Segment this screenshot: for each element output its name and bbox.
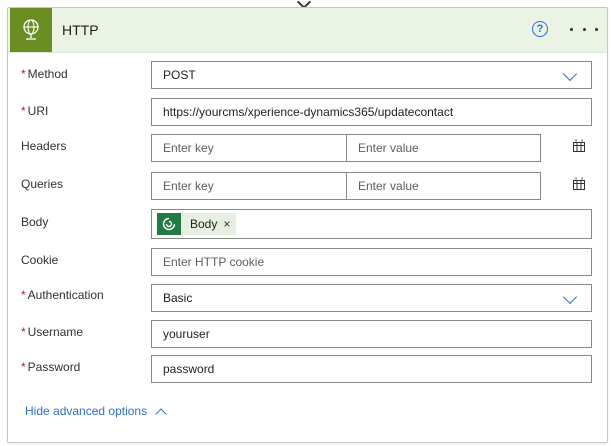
dataverse-icon: [157, 213, 181, 235]
queries-key-input[interactable]: Enter key: [151, 172, 347, 200]
chevron-up-icon: [155, 407, 167, 420]
headers-key-input[interactable]: Enter key: [151, 134, 347, 162]
card-title: HTTP: [62, 22, 99, 38]
password-label: * Password: [21, 360, 81, 374]
chevron-down-icon: [562, 289, 578, 305]
body-input[interactable]: Body ×: [151, 209, 592, 239]
body-label: Body: [21, 215, 49, 229]
token-label: Body: [190, 217, 218, 231]
chevron-down-icon: [562, 66, 578, 82]
dynamic-content-token[interactable]: Body ×: [157, 213, 237, 235]
more-options-icon[interactable]: [570, 20, 598, 38]
headers-label: Headers: [21, 139, 67, 153]
http-action-card: HTTP ? * Method POST * URI https://yourcms…: [7, 7, 608, 443]
queries-label: Queries: [21, 177, 64, 191]
queries-value-input[interactable]: Enter value: [346, 172, 541, 200]
uri-label: * URI: [21, 104, 49, 118]
method-label: * Method: [21, 67, 68, 81]
username-label: * Username: [21, 325, 84, 339]
headers-value-input[interactable]: Enter value: [346, 134, 541, 162]
method-select[interactable]: POST: [151, 61, 592, 89]
authentication-label: * Authentication: [21, 288, 104, 302]
cookie-input[interactable]: Enter HTTP cookie: [151, 248, 592, 276]
card-header[interactable]: HTTP ?: [8, 8, 607, 53]
username-input[interactable]: youruser: [151, 320, 592, 348]
globe-icon: [10, 8, 52, 52]
cookie-label: Cookie: [21, 253, 59, 267]
switch-to-text-mode-icon[interactable]: [572, 139, 586, 153]
authentication-select[interactable]: Basic: [151, 284, 592, 312]
hide-advanced-options-link[interactable]: Hide advanced options: [25, 404, 167, 420]
switch-to-text-mode-icon[interactable]: [572, 177, 586, 191]
uri-input[interactable]: https://yourcms/xperience-dynamics365/up…: [151, 98, 592, 126]
remove-token-icon[interactable]: ×: [223, 217, 236, 231]
help-icon[interactable]: ?: [532, 21, 548, 37]
password-input[interactable]: password: [151, 355, 592, 383]
